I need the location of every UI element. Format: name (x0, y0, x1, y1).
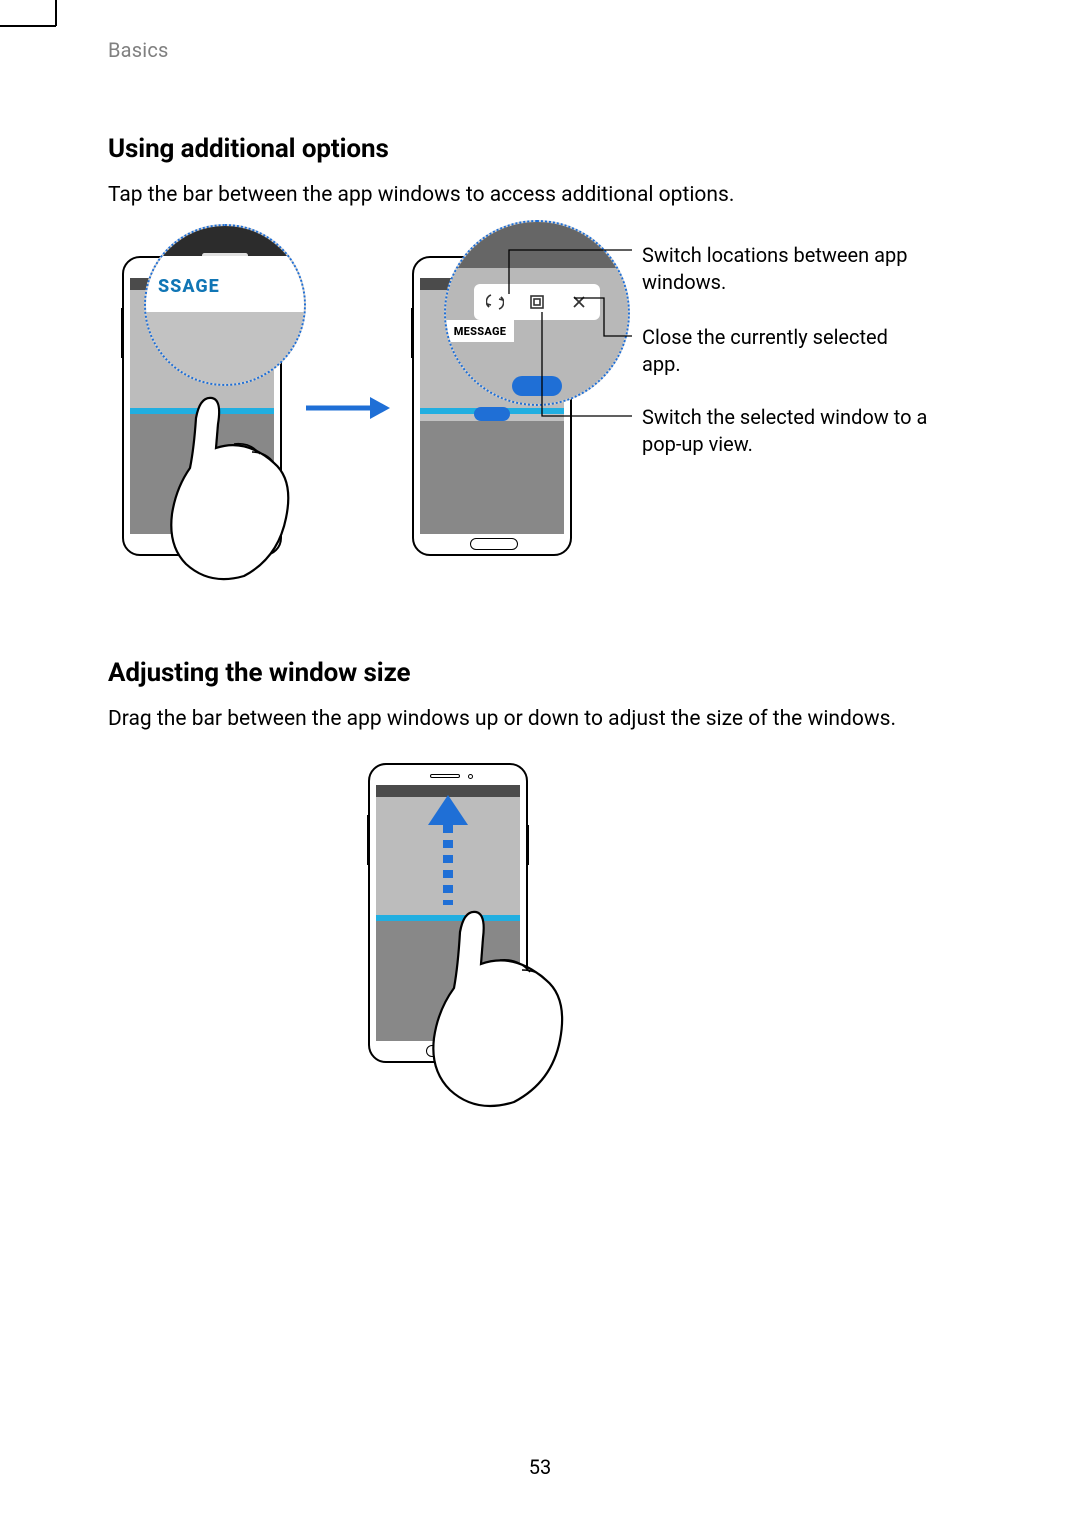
callout-leaders (108, 218, 668, 478)
page-number: 53 (529, 1455, 551, 1479)
home-button (470, 538, 518, 550)
callout-switch-locations: Switch locations between app windows. (642, 242, 922, 296)
section-label: Basics (108, 38, 988, 62)
crop-mark-horizontal (0, 25, 56, 27)
callout-popup-view: Switch the selected window to a pop-up v… (642, 404, 942, 458)
heading-window-size: Adjusting the window size (108, 658, 988, 688)
body-window-size: Drag the bar between the app windows up … (108, 704, 988, 734)
hand-drag-illustration (418, 888, 578, 1118)
earpiece (430, 774, 460, 778)
sensor-dot (468, 774, 473, 779)
figure-window-size (108, 763, 988, 1083)
body-additional-options: Tap the bar between the app windows to a… (108, 180, 988, 210)
figure-additional-options: SSAGE (108, 238, 988, 648)
heading-additional-options: Using additional options (108, 134, 988, 164)
crop-mark-vertical (55, 0, 57, 26)
side-button (526, 825, 529, 865)
page-content: Basics Using additional options Tap the … (108, 38, 988, 1123)
side-button (367, 815, 370, 865)
callout-close-app: Close the currently selected app. (642, 324, 902, 378)
